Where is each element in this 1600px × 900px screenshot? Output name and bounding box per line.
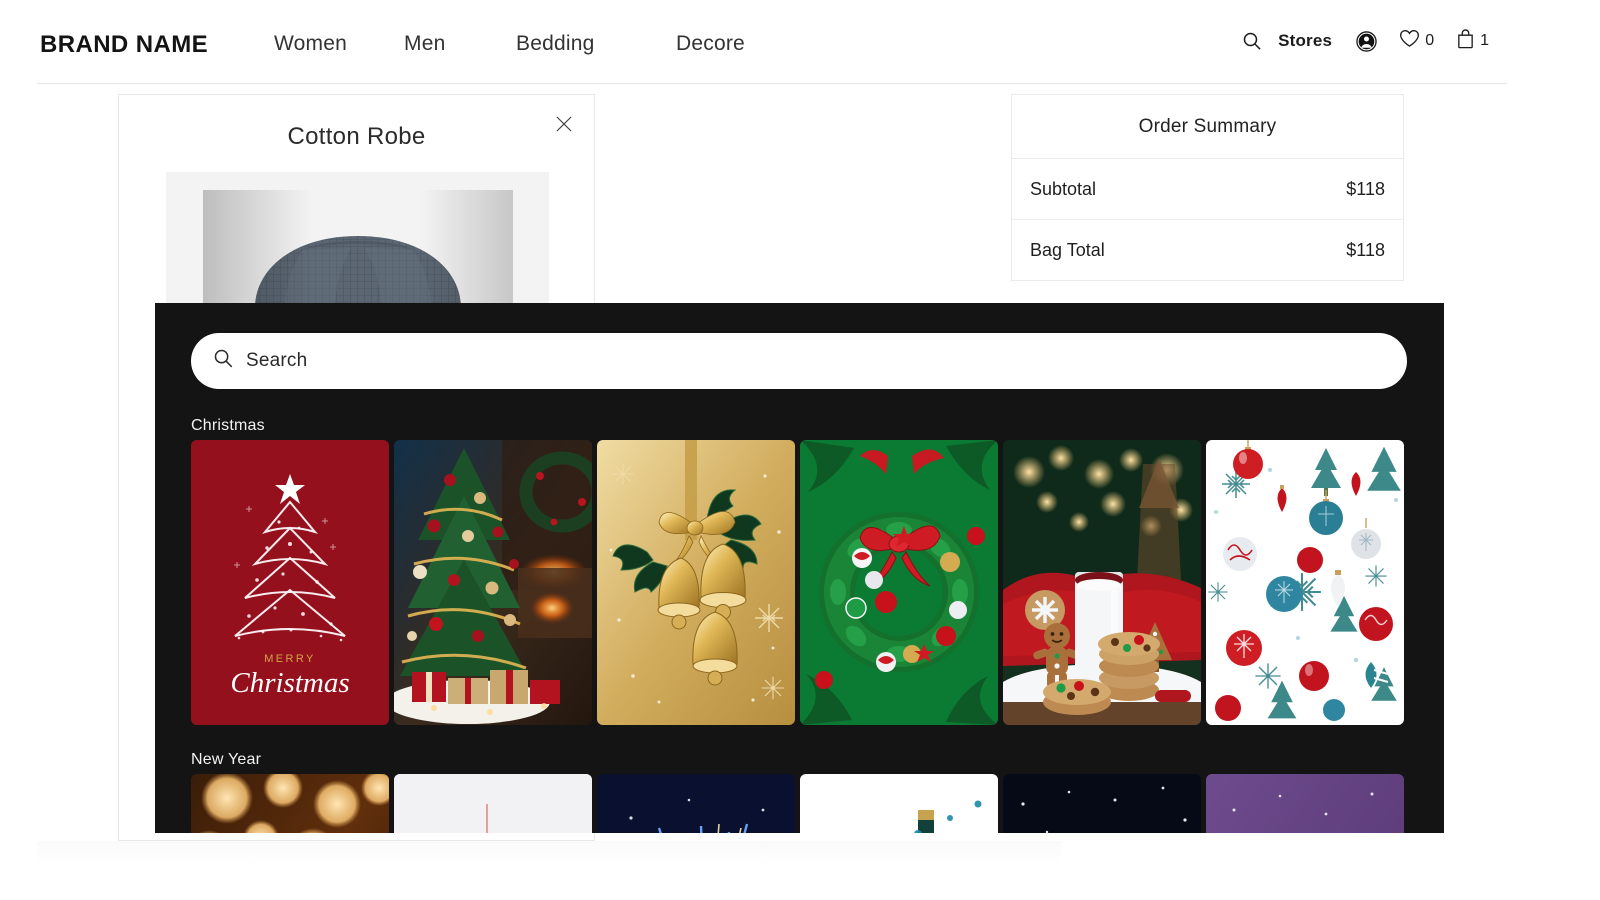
wishlist-button[interactable]: 0 (1399, 29, 1434, 53)
bag-total-value: $118 (1346, 240, 1385, 260)
tile-golden-bells-holly-card[interactable] (597, 440, 795, 725)
tile-green-wreath-red-bow[interactable] (800, 440, 998, 725)
order-summary-panel: Order Summary Subtotal $118 Bag Total $1… (1011, 94, 1404, 281)
shopping-bag-icon (1456, 28, 1475, 54)
search-icon[interactable] (1235, 31, 1269, 51)
tile-decorated-christmas-tree-photo[interactable] (394, 440, 592, 725)
product-card-bottom-edge (118, 833, 595, 841)
svg-text:MERRY: MERRY (264, 653, 316, 665)
page-root: BRAND NAME Women Men Bedding Decore Stor… (37, 0, 1507, 900)
tile-row-christmas: MERRY Christmas (191, 440, 1404, 725)
wishlist-count: 0 (1425, 32, 1435, 49)
tile-blue-fireworks-burst[interactable] (597, 774, 795, 833)
search-icon (213, 348, 234, 374)
section-label-new-year: New Year (191, 751, 262, 768)
order-summary-title: Order Summary (1012, 95, 1403, 159)
svg-text:Christmas: Christmas (230, 667, 349, 699)
search-placeholder: Search (246, 350, 308, 371)
stores-link[interactable]: Stores (1278, 31, 1332, 51)
tile-purple-fireworks[interactable] (1206, 774, 1404, 833)
site-header: BRAND NAME Women Men Bedding Decore Stor… (37, 0, 1507, 84)
tile-night-fireworks-clouds[interactable] (1003, 774, 1201, 833)
order-summary-row-subtotal: Subtotal $118 (1012, 159, 1403, 220)
close-icon[interactable] (552, 112, 576, 136)
nav-item-decore[interactable]: Decore (676, 32, 796, 56)
bag-count: 1 (1480, 32, 1489, 49)
nav-item-women[interactable]: Women (274, 32, 404, 56)
tile-colorful-balloons-confetti[interactable] (800, 774, 998, 833)
nav-item-men[interactable]: Men (404, 32, 516, 56)
tile-milk-and-cookies-photo[interactable] (1003, 440, 1201, 725)
tile-ornaments-snowflakes-pattern[interactable] (1206, 440, 1404, 725)
section-label-christmas: Christmas (191, 417, 265, 434)
tile-row-new-year (191, 774, 1404, 833)
tile-white-celebration-card[interactable] (394, 774, 592, 833)
brand-logo[interactable]: BRAND NAME (40, 31, 208, 59)
main-nav: Women Men Bedding Decore (274, 32, 796, 56)
search-input-wrapper[interactable]: Search (191, 333, 1407, 389)
tile-merry-christmas-tree-card[interactable]: MERRY Christmas (191, 440, 389, 725)
account-circle-icon[interactable] (1356, 30, 1377, 52)
order-summary-row-bag-total: Bag Total $118 (1012, 220, 1403, 281)
bag-total-label: Bag Total (1030, 240, 1105, 260)
subtotal-value: $118 (1346, 178, 1385, 199)
nav-item-bedding[interactable]: Bedding (516, 32, 676, 56)
subtotal-label: Subtotal (1030, 178, 1097, 199)
page-background-panel (37, 841, 1061, 865)
bag-button[interactable]: 1 (1456, 28, 1489, 54)
product-title: Cotton Robe (287, 123, 426, 150)
header-actions: Stores 0 1 (1235, 28, 1489, 54)
tile-warm-bokeh-lights[interactable] (191, 774, 389, 833)
heart-icon (1399, 29, 1420, 53)
search-overlay: Search Christmas MERRY Christmas New Yea… (155, 303, 1444, 833)
